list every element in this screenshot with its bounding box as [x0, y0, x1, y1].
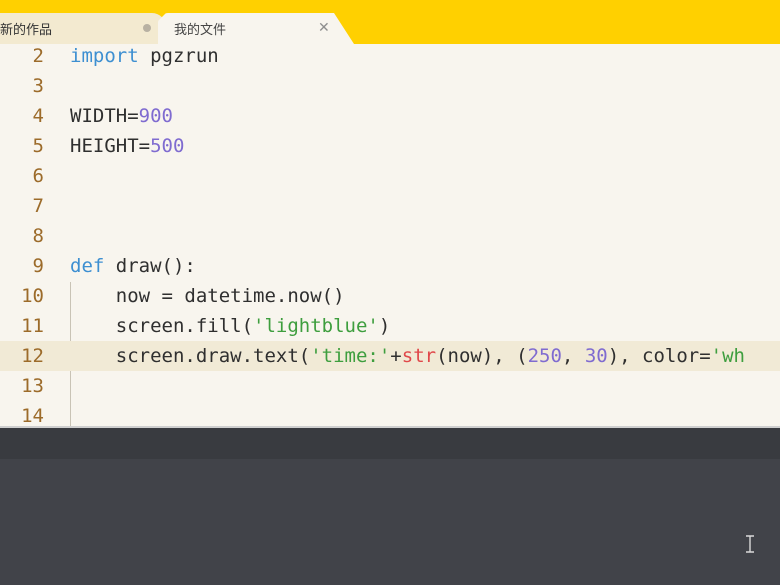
line-number: 8	[32, 225, 44, 247]
code-line[interactable]: 9 def draw():	[0, 251, 780, 281]
tab-label: 新的作品	[0, 23, 53, 38]
output-console[interactable]	[0, 459, 780, 585]
code-line[interactable]: 5 HEIGHT=500	[0, 131, 780, 161]
line-number: 12	[21, 345, 44, 367]
code-token: 'time:'	[310, 345, 391, 367]
text-cursor-icon	[746, 535, 754, 553]
code-token: screen.fill(	[70, 315, 254, 337]
line-number: 3	[32, 75, 44, 97]
code-text: screen.draw.text('time:'+str(now), (250,…	[70, 345, 745, 367]
code-token: HEIGHT=	[70, 135, 151, 157]
tab-my-file[interactable]: 我的文件 ✕	[158, 13, 354, 44]
code-text: HEIGHT=500	[70, 135, 184, 157]
code-token: import	[70, 45, 139, 67]
line-number: 4	[32, 105, 44, 127]
code-text: now = datetime.now()	[70, 285, 345, 307]
tab-label: 我的文件	[174, 23, 227, 38]
code-line[interactable]: 2 import pgzrun	[0, 44, 780, 71]
code-line[interactable]: 8	[0, 221, 780, 251]
close-icon[interactable]: ✕	[318, 19, 330, 37]
code-text: def draw():	[70, 255, 196, 277]
code-line[interactable]: 14	[0, 401, 780, 426]
code-line[interactable]: 12 screen.draw.text('time:'+str(now), (2…	[0, 341, 780, 371]
code-token: +	[390, 345, 402, 367]
line-number: 7	[32, 195, 44, 217]
code-line[interactable]: 10 now = datetime.now()	[0, 281, 780, 311]
code-line[interactable]: 6	[0, 161, 780, 191]
line-number: 11	[21, 315, 44, 337]
code-token: 900	[138, 105, 173, 127]
line-number: 14	[21, 405, 44, 426]
code-line[interactable]: 13	[0, 371, 780, 401]
code-token: 'lightblue'	[253, 315, 379, 337]
code-token: ,	[561, 345, 585, 367]
editor-window: 新的作品 我的文件 ✕ 2 import pgzrun 3 4 WIDTH=900 5 HE…	[0, 0, 780, 585]
code-line[interactable]: 7	[0, 191, 780, 221]
code-token: 250	[527, 345, 562, 367]
code-token: (now), (	[436, 345, 528, 367]
code-token: 'wh	[710, 345, 745, 367]
line-number: 9	[32, 255, 44, 277]
code-token: def	[70, 255, 105, 277]
code-editor[interactable]: 2 import pgzrun 3 4 WIDTH=900 5 HEIGHT=500 6 7 8 9…	[0, 44, 780, 426]
code-token: now = datetime.now()	[70, 285, 345, 307]
code-token: pgzrun	[138, 45, 219, 67]
line-number: 13	[21, 375, 44, 397]
panel-splitter[interactable]	[0, 426, 780, 459]
code-token: draw():	[104, 255, 196, 277]
line-number: 2	[32, 45, 44, 67]
code-line[interactable]: 3	[0, 71, 780, 101]
code-token: )	[378, 315, 391, 337]
code-token: ), color=	[607, 345, 711, 367]
code-text: screen.fill('lightblue')	[70, 315, 391, 337]
code-token: WIDTH=	[70, 105, 139, 127]
code-token: str	[401, 345, 437, 367]
tab-bar: 新的作品 我的文件 ✕	[0, 0, 780, 44]
code-line[interactable]: 11 screen.fill('lightblue')	[0, 311, 780, 341]
code-token: 500	[150, 135, 185, 157]
line-number: 5	[32, 135, 44, 157]
unsaved-dot-icon	[143, 24, 151, 32]
line-number: 6	[32, 165, 44, 187]
code-token: 30	[584, 345, 608, 367]
code-text: import pgzrun	[70, 45, 219, 67]
code-text: WIDTH=900	[70, 105, 173, 127]
line-number: 10	[21, 285, 44, 307]
tab-new-work[interactable]: 新的作品	[0, 13, 166, 44]
code-line[interactable]: 4 WIDTH=900	[0, 101, 780, 131]
code-token: screen.draw.text(	[70, 345, 311, 367]
